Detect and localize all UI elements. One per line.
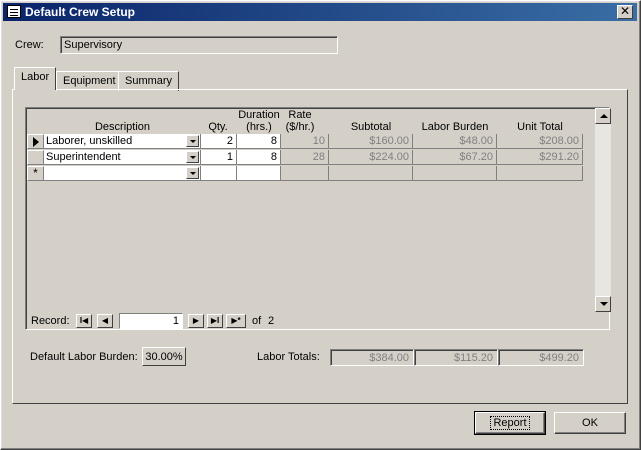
row-1-description[interactable]: Laborer, unskilled [44,134,201,149]
row-1-unit-total: $208.00 [497,134,583,149]
previous-record-button[interactable]: ◀ [97,314,113,328]
row-1-duration[interactable]: 8 [237,134,281,149]
total-labor-burden: $115.20 [414,349,498,366]
ok-button-label: OK [582,417,598,429]
record-of-label: of [252,315,262,327]
default-labor-burden-field[interactable]: 30.00% [142,347,186,366]
new-record-icon: * [33,166,38,180]
ok-button[interactable]: OK [554,412,626,434]
row-1-description-text: Laborer, unskilled [46,135,133,147]
col-header-labor-burden: Labor Burden [421,121,489,133]
row-2-rate-text: 28 [312,151,325,163]
row-1-duration-text: 8 [270,135,277,147]
new-row-unit-total [497,166,583,181]
new-row-subtotal [329,166,413,181]
row-2-duration-text: 8 [270,151,277,163]
row-1-qty[interactable]: 2 [201,134,237,149]
record-number-input[interactable]: 1 [119,313,183,329]
chevron-down-icon[interactable] [186,151,199,163]
row-selector[interactable] [27,150,44,165]
vertical-scrollbar[interactable] [595,108,611,312]
row-2-qty[interactable]: 1 [201,150,237,165]
tab-equipment[interactable]: Equipment [56,71,123,91]
record-number-value: 1 [172,315,179,327]
row-2-labor-burden-text: $67.20 [459,151,493,163]
tab-labor[interactable]: Labor [14,67,57,90]
col-header-subtotal: Subtotal [350,121,392,133]
row-2-labor-burden: $67.20 [413,150,497,165]
scroll-down-button[interactable] [595,296,611,312]
row-1-subtotal-text: $160.00 [369,135,409,147]
labor-totals-label: Labor Totals: [257,351,320,363]
row-1-qty-text: 2 [226,135,233,147]
form-icon [7,5,21,18]
default-labor-burden-label: Default Labor Burden: [30,351,138,363]
new-row-qty[interactable] [201,166,237,181]
row-1-labor-burden-text: $48.00 [459,135,493,147]
row-2-subtotal: $224.00 [329,150,413,165]
crew-label: Crew: [15,39,44,51]
close-button[interactable]: ✕ [617,5,633,19]
report-button[interactable]: Report [474,411,546,435]
last-record-button[interactable]: ▶I [207,314,223,328]
title-bar: Default Crew Setup ✕ [3,3,637,21]
new-row-labor-burden [413,166,497,181]
total-labor-burden-value: $115.20 [454,352,493,364]
row-2-rate: 28 [281,150,329,165]
record-label: Record: [31,315,70,327]
new-row-description[interactable] [44,166,201,181]
new-row-rate [281,166,329,181]
tab-labor-label: Labor [21,71,50,83]
total-unit-total: $499.20 [498,349,584,366]
total-subtotal-value: $384.00 [369,352,409,364]
crew-value: Supervisory [64,39,123,51]
tab-summary[interactable]: Summary [118,71,180,91]
close-icon: ✕ [619,4,631,18]
row-1-unit-total-text: $208.00 [539,135,579,147]
col-header-duration: Duration (hrs.) [238,109,280,133]
current-record-icon [32,137,39,147]
new-row-duration[interactable] [237,166,281,181]
tab-equipment-label: Equipment [63,75,116,87]
row-2-unit-total: $291.20 [497,150,583,165]
first-record-button[interactable]: I◀ [76,314,92,328]
row-selector-current[interactable] [27,134,44,149]
new-record-button[interactable]: ▶* [226,314,246,328]
total-subtotal: $384.00 [330,349,414,366]
row-1-labor-burden: $48.00 [413,134,497,149]
record-total: 2 [268,315,275,327]
default-labor-burden-value: 30.00% [145,351,183,363]
row-1-subtotal: $160.00 [329,134,413,149]
report-button-label: Report [490,416,530,430]
row-2-duration[interactable]: 8 [237,150,281,165]
row-1-rate-text: 10 [312,135,325,147]
row-2-subtotal-text: $224.00 [369,151,409,163]
row-2-description-text: Superintendent [46,151,121,163]
col-header-description: Description [94,121,151,133]
new-row-selector[interactable]: * [27,166,44,181]
window-title: Default Crew Setup [25,5,136,19]
row-2-qty-text: 1 [226,151,233,163]
crew-field[interactable]: Supervisory [60,36,338,54]
scroll-up-button[interactable] [595,108,611,124]
chevron-down-icon[interactable] [186,167,199,179]
tab-summary-label: Summary [125,75,173,87]
row-2-description[interactable]: Superintendent [44,150,201,165]
row-1-rate: 10 [281,134,329,149]
chevron-down-icon[interactable] [186,135,199,147]
col-header-unit-total: Unit Total [517,121,563,133]
col-header-rate: Rate ($/hr.) [285,109,315,133]
total-unit-total-value: $499.20 [539,352,579,364]
col-header-qty: Qty. [208,121,228,133]
row-2-unit-total-text: $291.20 [539,151,579,163]
next-record-button[interactable]: ▶ [188,314,204,328]
